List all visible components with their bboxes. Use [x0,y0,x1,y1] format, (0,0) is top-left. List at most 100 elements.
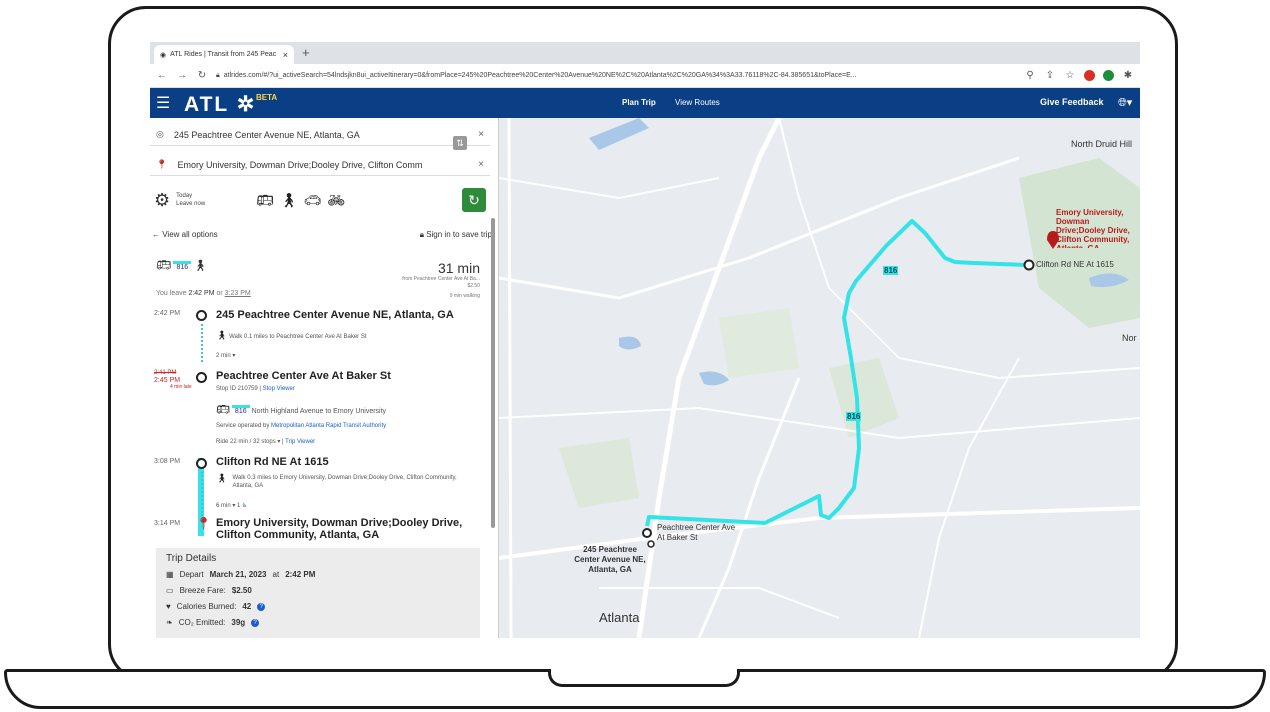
menu-icon[interactable]: ☰ [156,93,170,113]
walk-icon: 🚶︎ [216,473,228,483]
alt-time-link[interactable]: 3:23 PM [225,290,251,297]
atl-logo[interactable]: ATL ✲ [184,92,256,117]
stop-id: Stop ID 210759 | [216,386,261,392]
leave-time-text: You leave 2:42 PM or 3:23 PM [156,290,251,297]
settings-row: ⚙ Today Leave now 🚌︎ 🚶︎ 🚗︎ 🚲︎ ↻ [154,186,494,214]
refresh-search-button[interactable]: ↻ [462,188,486,212]
itinerary-summary[interactable]: 🚌︎ 816 🚶︎ 31 min from Peachtree Center A… [156,258,486,299]
nor-label: Nor [1122,333,1137,343]
give-feedback-link[interactable]: Give Feedback [1040,97,1104,107]
extension-red-icon[interactable] [1084,70,1095,81]
co2-value: 39g [231,618,246,627]
route-badge: 816 [173,261,192,271]
language-globe-icon[interactable]: 🌐︎▾ [1118,96,1132,110]
calendar-icon: ▦ [166,570,174,579]
bus-leg-row: 🚌︎ 816 North Highland Avenue to Emory Un… [216,403,386,416]
origin-label: 245 Peachtree Center Avenue NE, Atlanta,… [574,545,646,574]
url-field[interactable]: 🔒︎ atlrides.com/#/?ui_activeSearch=54lnd… [216,68,1016,84]
map-view[interactable]: 816 816 North Druid Hill Nor Emory Unive… [499,118,1140,638]
to-location-row[interactable]: 📍︎ Emory University, Dowman Drive;Dooley… [150,154,490,176]
walk-mode-icon[interactable]: 🚶︎ [280,192,298,209]
share-icon[interactable]: ⇪ [1044,70,1056,81]
tab-title: ATL Rides | Transit from 245 Peac [170,51,277,58]
step-title-2: Peachtree Center Ave At Baker St [216,370,391,382]
leave-now-label: Leave now [176,201,206,207]
help-icon[interactable]: ? [257,602,266,611]
globe-icon: ◉ [160,51,167,59]
walk-connector [201,324,203,362]
extensions-puzzle-icon[interactable]: ✱ [1122,70,1134,81]
bus-mode-icon[interactable]: 🚌︎ [256,192,274,209]
from-location-input[interactable]: 245 Peachtree Center Avenue NE, Atlanta,… [174,130,360,140]
browser-tab[interactable]: ◉ ATL Rides | Transit from 245 Peac × [154,45,294,64]
summary-fare: $2.50 [467,283,480,289]
step-title-3: Clifton Rd NE At 1615 [216,456,329,468]
alight-dot-icon [196,458,207,469]
view-all-options-link[interactable]: ← View all options [152,230,218,240]
step-title-4: Emory University, Dowman Drive;Dooley Dr… [216,517,463,541]
view-all-label: View all options [162,230,218,239]
clifton-stop-label: Clifton Rd NE At 1615 [1036,260,1114,269]
stop-viewer-link[interactable]: Stop Viewer [263,386,295,392]
beta-badge: BETA [256,93,278,102]
origin-target-icon: ◎ [156,129,164,139]
car-mode-icon[interactable]: 🚗︎ [304,192,322,209]
walk-step-2-duration[interactable]: 6 min ▾ 1 ♿︎ [216,502,247,509]
close-tab-icon[interactable]: × [283,50,288,60]
trip-sidebar: ◎ 245 Peachtree Center Avenue NE, Atlant… [150,118,499,638]
clear-to-icon[interactable]: × [478,159,484,170]
stop-marker [647,540,655,548]
nav-view-routes[interactable]: View Routes [675,98,720,107]
walk-step-1-duration[interactable]: 2 min ▾ [216,352,235,359]
walk-step-1: 🚶︎ Walk 0.1 miles to Peachtree Center Av… [216,330,367,341]
step-time-1: 2:42 PM [154,310,181,317]
walking-time: 9 min walking [449,293,480,299]
calories-value: 42 [242,602,252,611]
back-icon[interactable]: ← [156,70,168,81]
scheduled-time: 2:41 PM [154,370,177,376]
star-icon[interactable]: ☆ [1064,70,1076,81]
calories-row: ♥ Calories Burned: 42 ? [166,602,470,611]
nav-plan-trip[interactable]: Plan Trip [622,98,656,107]
new-tab-button[interactable]: + [302,45,310,60]
lock-icon: 🔒︎ [216,71,220,79]
sign-in-link[interactable]: 🔒︎ Sign in to save trip [420,230,492,240]
road [507,118,513,638]
trip-viewer-link[interactable]: Trip Viewer [285,439,315,445]
gear-icon[interactable]: ⚙ [154,190,170,211]
forward-icon[interactable]: → [176,70,188,81]
operator-link[interactable]: Metropolitan Atlanta Rapid Transit Autho… [271,423,386,429]
walk-step-2-text: Walk 0.3 miles to Emory University, Dowm… [232,475,457,489]
destination-pin-icon: 📍︎ [156,159,168,169]
walk-connector-2 [201,472,203,516]
walk2-duration-text: 6 min [216,503,231,509]
depart-at: at [272,570,280,579]
today-label: Today [176,193,193,199]
walk-icon: 🚶︎ [193,260,208,272]
walk2-count: 1 [237,503,241,509]
extension-green-icon[interactable] [1103,70,1114,81]
location-icon[interactable]: ⚲ [1024,70,1036,81]
sidebar-scrollbar[interactable] [491,218,495,528]
swap-locations-button[interactable]: ⇅ [453,136,467,150]
park-area [719,308,799,378]
leave-time: 2:42 PM [188,290,215,297]
operator-prefix: Service operated by [216,423,270,429]
atlanta-label: Atlanta [599,610,640,625]
depart-time: 2:42 PM [285,570,316,579]
stop-dot-icon [196,372,207,383]
from-location-row[interactable]: ◎ 245 Peachtree Center Avenue NE, Atlant… [150,124,490,146]
reload-icon[interactable]: ↻ [196,70,208,81]
ride-summary[interactable]: Ride 22 min / 32 stops [216,439,276,445]
to-location-input[interactable]: Emory University, Dowman Drive;Dooley Dr… [177,160,422,170]
depart-date: March 21, 2023 [209,570,267,579]
ride-row: Ride 22 min / 32 stops ▾ | Trip Viewer [216,439,316,445]
clear-from-icon[interactable]: × [478,129,484,140]
options-row: ← View all options 🔒︎ Sign in to save tr… [152,230,492,240]
date-time-selector[interactable]: Today Leave now [176,192,236,208]
bus-icon: 🚌︎ [156,258,172,272]
peachtree-stop-label: Peachtree Center Ave At Baker St [657,523,736,542]
bike-mode-icon[interactable]: 🚲︎ [327,192,345,209]
help-icon[interactable]: ? [251,618,260,627]
from-note-text: from Peachtree Center Ave At Ba... [402,276,480,282]
